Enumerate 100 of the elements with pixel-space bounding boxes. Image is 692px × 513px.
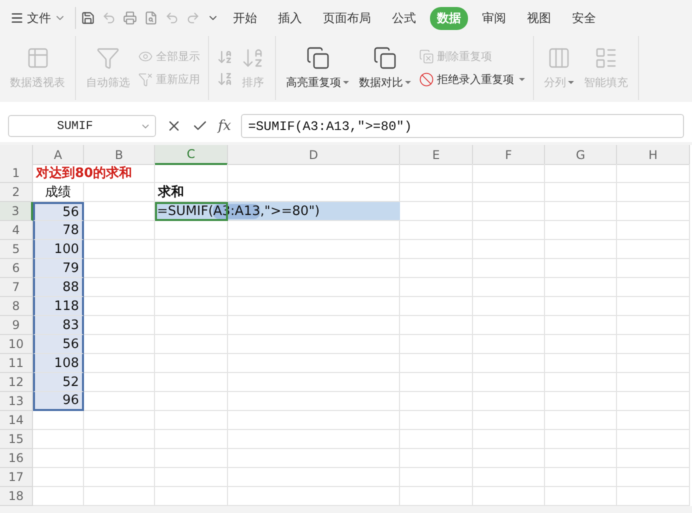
ribbon-button[interactable]: 数据对比 [357, 44, 413, 92]
table-cell: 52 [33, 373, 84, 392]
row-header[interactable]: 9 [0, 316, 33, 335]
ribbon-tab[interactable]: 数据 [430, 6, 468, 30]
table-cell: 88 [33, 278, 84, 297]
print-icon[interactable] [123, 11, 137, 25]
column-header[interactable]: C [155, 145, 228, 165]
row-header[interactable]: 13 [0, 392, 33, 411]
ribbon-tab[interactable]: 页面布局 [316, 6, 378, 30]
row-header[interactable]: 12 [0, 373, 33, 392]
ribbon-tab[interactable]: 审阅 [475, 6, 513, 30]
table-cell [545, 430, 617, 449]
table-cell [545, 164, 617, 183]
insert-function-button[interactable]: fx [218, 118, 232, 134]
table-cell [473, 468, 545, 487]
menu-icon [10, 11, 24, 25]
row-header[interactable]: 5 [0, 240, 33, 259]
file-menu[interactable]: 文件 [8, 8, 68, 28]
table-cell [84, 183, 155, 202]
table-cell: 对达到80的求和 [33, 164, 155, 183]
eye-icon [138, 49, 153, 64]
table-cell [473, 392, 545, 411]
sort-ascending-icon[interactable] [217, 49, 233, 65]
undo-icon[interactable] [165, 11, 179, 25]
formula-field[interactable]: =SUMIF(A3:A13,″>=80″) [241, 114, 684, 138]
table-cell [473, 316, 545, 335]
table-cell [33, 487, 84, 506]
row-header[interactable]: 11 [0, 354, 33, 373]
table-cell [84, 354, 155, 373]
caret-icon [343, 81, 349, 84]
ribbon-tab[interactable]: 安全 [565, 6, 603, 30]
ribbon-button[interactable]: 高亮重复项 [284, 44, 351, 92]
ribbon-button[interactable]: 拒绝录入重复项 [419, 72, 525, 87]
table-cell [84, 202, 155, 221]
table-cell [473, 278, 545, 297]
copy-icon [373, 46, 397, 70]
preview-icon[interactable] [144, 11, 158, 25]
row-header[interactable]: 1 [0, 164, 33, 183]
column-header[interactable]: G [545, 145, 617, 165]
ribbon-tab[interactable]: 视图 [520, 6, 558, 30]
table-cell [84, 430, 155, 449]
table-icon [26, 46, 50, 70]
save-icon[interactable] [81, 11, 95, 25]
row-header[interactable]: 2 [0, 183, 33, 202]
table-cell [84, 449, 155, 468]
table-cell [473, 487, 545, 506]
row-header[interactable]: 15 [0, 430, 33, 449]
table-cell [545, 468, 617, 487]
row-header[interactable]: 10 [0, 335, 33, 354]
caret-icon [568, 81, 574, 84]
ribbon-tab[interactable]: 开始 [226, 6, 264, 30]
ribbon-tab[interactable]: 公式 [385, 6, 423, 30]
name-box[interactable]: SUMIF [8, 115, 156, 137]
row-header[interactable]: 6 [0, 259, 33, 278]
table-cell: 78 [33, 221, 84, 240]
table-cell [545, 240, 617, 259]
table-cell [84, 411, 155, 430]
column-header[interactable]: D [228, 145, 400, 165]
column-header[interactable]: B [84, 145, 155, 165]
undo-icon[interactable] [102, 11, 116, 25]
table-cell [545, 183, 617, 202]
row-header[interactable]: 18 [0, 487, 33, 506]
column-header[interactable]: A [33, 145, 84, 165]
table-cell [473, 411, 545, 430]
caret-icon [519, 78, 525, 81]
table-cell: 56 [33, 202, 84, 221]
row-header[interactable]: 16 [0, 449, 33, 468]
table-cell [84, 468, 155, 487]
table-cell [473, 449, 545, 468]
row-header[interactable]: 8 [0, 297, 33, 316]
column-header[interactable]: H [617, 145, 690, 165]
table-cell [545, 221, 617, 240]
table-cell: 96 [33, 392, 84, 411]
table-cell [545, 449, 617, 468]
table-cell [545, 202, 617, 221]
row-header[interactable]: 17 [0, 468, 33, 487]
table-cell [545, 373, 617, 392]
row-header[interactable]: 14 [0, 411, 33, 430]
table-cell: 108 [33, 354, 84, 373]
table-cell [84, 259, 155, 278]
table-cell: 79 [33, 259, 84, 278]
column-header[interactable]: F [473, 145, 545, 165]
row-header[interactable]: 3 [0, 202, 33, 221]
row-header[interactable]: 4 [0, 221, 33, 240]
ribbon-tab[interactable]: 插入 [271, 6, 309, 30]
redo-icon[interactable] [186, 11, 200, 25]
table-cell: 56 [33, 335, 84, 354]
sort-descending-icon[interactable] [217, 71, 233, 87]
list-icon [594, 46, 618, 70]
column-header[interactable]: E [400, 145, 473, 165]
table-cell [473, 335, 545, 354]
table-cell [473, 202, 545, 221]
table-cell [473, 259, 545, 278]
table-cell [545, 259, 617, 278]
table-cell [33, 449, 84, 468]
table-cell [33, 468, 84, 487]
row-header[interactable]: 7 [0, 278, 33, 297]
table-cell [33, 411, 84, 430]
table-cell [473, 240, 545, 259]
table-cell [84, 335, 155, 354]
